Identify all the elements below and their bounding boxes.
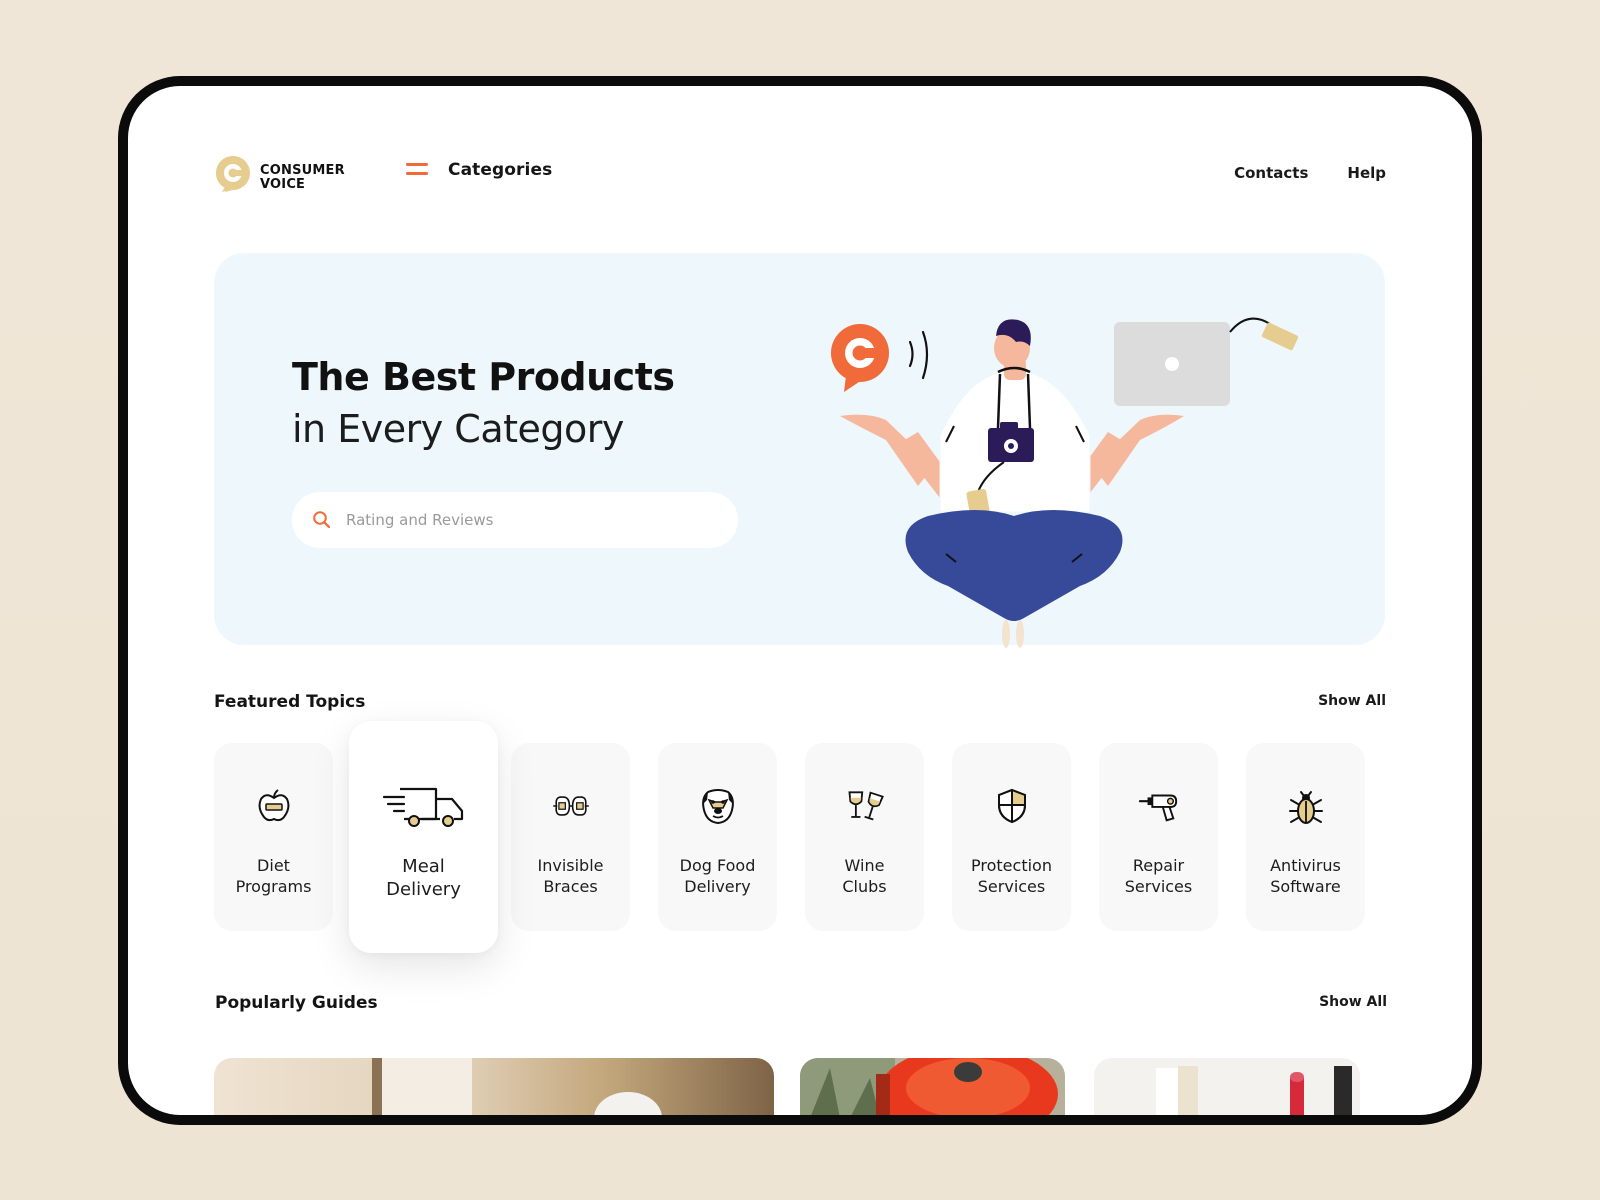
topic-card-invisible-braces[interactable]: Invisible Braces <box>511 743 630 931</box>
topic-label: Repair Services <box>1124 856 1193 896</box>
categories-label: Categories <box>448 160 553 180</box>
topic-label: Antivirus Software <box>1270 856 1341 896</box>
brand-name-line2: VOICE <box>260 177 306 192</box>
search-input[interactable] <box>346 511 706 529</box>
hamburger-icon <box>406 163 428 177</box>
search-icon <box>313 511 331 529</box>
topic-card-diet-programs[interactable]: Diet Programs <box>214 743 333 931</box>
topic-label: Invisible Braces <box>537 856 604 896</box>
brand-name: CONSUMER VOICE <box>260 164 345 192</box>
bug-icon <box>1285 785 1327 827</box>
guides-list <box>214 1058 1388 1115</box>
brand-name-line1: CONSUMER <box>260 163 345 178</box>
guide-card-interior[interactable] <box>214 1058 774 1115</box>
hero-subtitle: in Every Category <box>292 407 624 451</box>
topic-label: Wine Clubs <box>842 856 887 896</box>
guide-card-cosmetics[interactable] <box>1094 1058 1360 1115</box>
featured-topics-list: Diet Programs Meal Delivery Invisible Br… <box>214 721 1388 963</box>
consumer-voice-bubble-icon <box>831 324 889 392</box>
braces-icon <box>550 785 592 827</box>
guide-card-cookware[interactable] <box>800 1058 1065 1115</box>
wine-glasses-icon <box>844 785 886 827</box>
popular-guides-title: Popularly Guides <box>215 993 378 1013</box>
drill-icon <box>1138 785 1180 827</box>
featured-topics-title: Featured Topics <box>214 692 366 712</box>
guide-image-interior <box>214 1058 774 1115</box>
topic-card-dog-food-delivery[interactable]: Dog Food Delivery <box>658 743 777 931</box>
hero-title: The Best Products <box>292 355 675 399</box>
search-bar[interactable] <box>292 492 738 548</box>
topic-label: Meal Delivery <box>386 856 461 900</box>
topic-label: Protection Services <box>971 856 1052 896</box>
apple-icon <box>253 785 295 827</box>
topic-label: Diet Programs <box>235 856 312 896</box>
app-screen: CONSUMER VOICE Categories Contacts Help … <box>128 86 1472 1115</box>
topic-card-repair-services[interactable]: Repair Services <box>1099 743 1218 931</box>
topic-card-antivirus-software[interactable]: Antivirus Software <box>1246 743 1365 931</box>
guides-show-all-link[interactable]: Show All <box>1319 994 1387 1010</box>
topic-card-wine-clubs[interactable]: Wine Clubs <box>805 743 924 931</box>
delivery-truck-icon <box>382 785 466 829</box>
dog-icon <box>697 785 739 827</box>
top-nav-links: Contacts Help <box>1234 164 1386 182</box>
device-frame: CONSUMER VOICE Categories Contacts Help … <box>118 76 1482 1125</box>
featured-show-all-link[interactable]: Show All <box>1318 693 1386 709</box>
brand-logo[interactable]: CONSUMER VOICE <box>214 154 374 198</box>
guide-image-cosmetics <box>1094 1058 1360 1115</box>
help-link[interactable]: Help <box>1347 164 1386 182</box>
topic-card-protection-services[interactable]: Protection Services <box>952 743 1071 931</box>
contacts-link[interactable]: Contacts <box>1234 164 1308 182</box>
laptop-icon <box>1114 322 1230 406</box>
topic-card-meal-delivery[interactable]: Meal Delivery <box>349 721 498 953</box>
guide-image-cookware <box>800 1058 1065 1115</box>
categories-menu-button[interactable]: Categories <box>406 160 552 180</box>
shield-icon <box>991 785 1033 827</box>
man-balancing-products-illustration <box>831 317 1299 648</box>
topic-label: Dog Food Delivery <box>679 856 756 896</box>
consumer-voice-logo-icon <box>216 156 250 192</box>
